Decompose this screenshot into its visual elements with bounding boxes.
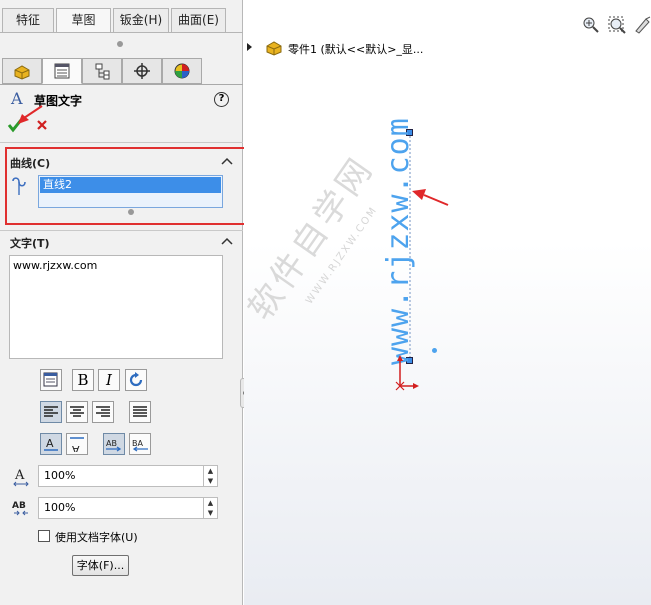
- tab-features[interactable]: 特征: [2, 8, 54, 32]
- use-document-font-label: 使用文档字体(U): [55, 531, 138, 544]
- align-right-icon: [96, 406, 110, 417]
- spacing-input[interactable]: 100%: [38, 497, 204, 519]
- use-document-font-checkbox[interactable]: [38, 530, 50, 542]
- separator: [0, 142, 243, 143]
- annotation-arrow-icon: [18, 105, 43, 124]
- curve-selection-box[interactable]: 直线2: [38, 175, 223, 208]
- link-property-icon: [43, 372, 58, 387]
- part-tree-label[interactable]: 零件1 (默认<<默认>_显...: [288, 41, 423, 57]
- tab-sheet-metal[interactable]: 钣金(H): [113, 8, 169, 32]
- align-center-button[interactable]: [66, 401, 88, 423]
- tab-sketch[interactable]: 草图: [56, 8, 111, 32]
- flip-vertical-reverse-icon: A: [70, 437, 84, 452]
- listbox-resize-handle[interactable]: [128, 209, 134, 215]
- flip-vertical-reverse-button[interactable]: A: [66, 433, 88, 455]
- align-left-button[interactable]: [40, 401, 62, 423]
- width-factor-icon: A: [13, 468, 29, 487]
- sketch-point[interactable]: [432, 348, 437, 353]
- flip-horizontal-reverse-icon: BA: [132, 439, 148, 452]
- flip-horizontal-icon: AB: [106, 439, 122, 452]
- bold-icon: B: [77, 371, 89, 389]
- svg-text:BA: BA: [132, 439, 143, 448]
- width-factor-spinner[interactable]: ▲ ▼: [204, 465, 218, 487]
- feature-manager-icon: [14, 65, 30, 80]
- configuration-manager-tab[interactable]: [82, 58, 122, 84]
- italic-icon: I: [106, 371, 112, 389]
- flip-vertical-button[interactable]: A: [40, 433, 62, 455]
- zoom-to-fit-icon[interactable]: [582, 16, 600, 34]
- svg-text:A: A: [14, 468, 25, 483]
- text-section-title: 文字(T): [10, 237, 50, 250]
- align-center-icon: [70, 406, 84, 417]
- property-manager-panel: 特征 草图 钣金(H) 曲面(E) A 草图文字 ? 曲线(C) 直线2 文字(…: [0, 0, 250, 605]
- font-button[interactable]: 字体(F)...: [72, 555, 129, 576]
- collapse-chevron-icon[interactable]: [221, 156, 233, 166]
- panel-tab-divider: [0, 84, 243, 85]
- expand-tree-icon[interactable]: [246, 42, 254, 52]
- rotate-icon: [129, 372, 143, 387]
- property-manager-icon: [54, 63, 70, 79]
- curve-section-title: 曲线(C): [10, 157, 51, 170]
- justify-icon: [133, 406, 147, 417]
- svg-text:A: A: [72, 443, 80, 452]
- help-button[interactable]: ?: [214, 92, 229, 107]
- selected-curve-item[interactable]: 直线2: [40, 177, 221, 193]
- dimxpert-tab[interactable]: [122, 58, 162, 84]
- curve-selection-icon: [12, 177, 26, 195]
- justify-button[interactable]: [129, 401, 151, 423]
- zoom-to-area-icon[interactable]: [608, 16, 626, 34]
- svg-text:A: A: [46, 437, 54, 450]
- align-right-button[interactable]: [92, 401, 114, 423]
- annotation-arrow-icon: [412, 189, 449, 206]
- origin-icon: [395, 355, 419, 391]
- display-manager-tab[interactable]: [162, 58, 202, 84]
- previous-view-icon[interactable]: [634, 16, 651, 34]
- flip-vertical-icon: A: [44, 437, 58, 451]
- feature-manager-tab[interactable]: [2, 58, 42, 84]
- rotate-button[interactable]: [125, 369, 147, 391]
- configuration-manager-icon: [95, 63, 110, 80]
- flip-horizontal-button[interactable]: AB: [103, 433, 125, 455]
- text-input-area[interactable]: www.rjzxw.com: [9, 255, 223, 359]
- dimxpert-icon: [134, 63, 150, 79]
- spacing-spinner[interactable]: ▲ ▼: [204, 497, 218, 519]
- tab-divider: [0, 32, 243, 33]
- graphics-area[interactable]: 零件1 (默认<<默认>_显... 软件自学网 WWW.RJZXW.COM ww…: [241, 0, 651, 605]
- display-manager-icon: [174, 63, 190, 79]
- flip-horizontal-reverse-button[interactable]: BA: [129, 433, 151, 455]
- collapse-chevron-icon[interactable]: [221, 236, 233, 246]
- spacing-icon: AB: [12, 501, 28, 516]
- splitter-handle[interactable]: [117, 41, 123, 47]
- part-icon: [266, 41, 282, 56]
- tab-surface[interactable]: 曲面(E): [171, 8, 226, 32]
- property-manager-tab[interactable]: [42, 58, 82, 84]
- bold-button[interactable]: B: [72, 369, 94, 391]
- svg-text:AB: AB: [12, 501, 26, 511]
- separator: [0, 230, 243, 231]
- width-factor-input[interactable]: 100%: [38, 465, 204, 487]
- italic-button[interactable]: I: [98, 369, 120, 391]
- link-to-property-button[interactable]: [40, 369, 62, 391]
- svg-text:AB: AB: [106, 439, 117, 448]
- align-left-icon: [44, 406, 58, 417]
- sketch-text[interactable]: www.rjzxw.com: [381, 117, 416, 365]
